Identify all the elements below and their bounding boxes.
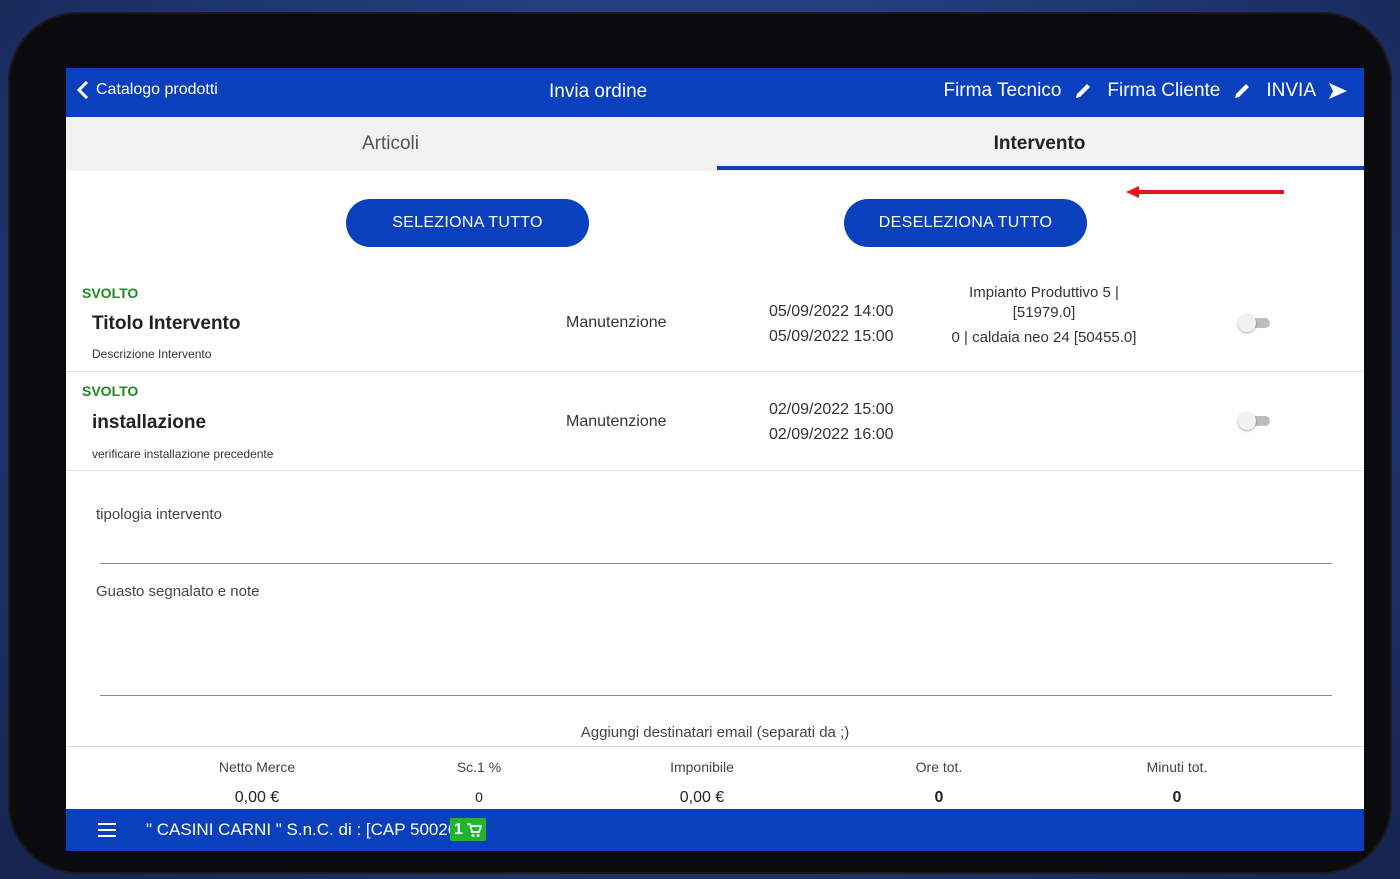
cart-icon [466, 822, 482, 837]
list-item[interactable]: SVOLTO installazione verificare installa… [66, 372, 1364, 471]
invia-button[interactable]: INVIA [1266, 80, 1348, 102]
status-badge: SVOLTO [82, 383, 139, 399]
ore-value: 0 [934, 789, 944, 806]
tipologia-underline [100, 563, 1332, 564]
intervention-dates: 05/09/2022 14:00 05/09/2022 15:00 [769, 299, 894, 349]
select-toggle[interactable] [1238, 412, 1272, 430]
end-date: 05/09/2022 15:00 [769, 328, 894, 345]
email-recipients-input[interactable]: Aggiungi destinatari email (separati da … [66, 724, 1364, 741]
firma-cliente-button[interactable]: Firma Cliente [1107, 80, 1252, 102]
chevron-left-icon [76, 81, 89, 99]
ore-label: Ore tot. [915, 759, 963, 775]
tab-articoli[interactable]: Articoli [66, 117, 715, 171]
guasto-textarea[interactable]: Guasto segnalato e note [96, 583, 259, 600]
top-bar: Catalogo prodotti Invia ordine Firma Tec… [66, 68, 1364, 117]
pencil-icon [1235, 84, 1250, 98]
start-date: 05/09/2022 14:00 [769, 303, 894, 320]
end-date: 02/09/2022 16:00 [769, 426, 894, 443]
send-icon [1329, 83, 1347, 99]
totals-bar: Netto Merce 0,00 € Sc.1 % 0 Imponibile 0… [66, 746, 1364, 810]
sconto-value: 0 [475, 789, 483, 805]
firma-tecnico-label: Firma Tecnico [943, 80, 1062, 101]
intervention-type: Manutenzione [566, 413, 667, 430]
netto-merce-value: 0,00 € [234, 789, 280, 806]
app-screen: Catalogo prodotti Invia ordine Firma Tec… [66, 68, 1364, 851]
intervention-title: Titolo Intervento [92, 313, 241, 334]
start-date: 02/09/2022 15:00 [769, 401, 894, 418]
tipologia-input[interactable]: tipologia intervento [96, 506, 222, 523]
top-actions: Firma Tecnico Firma Cliente INVIA [943, 80, 1348, 102]
back-button[interactable]: Catalogo prodotti [76, 81, 218, 99]
guasto-underline [100, 695, 1332, 696]
tablet-frame: Catalogo prodotti Invia ordine Firma Tec… [8, 12, 1392, 874]
client-name: " CASINI CARNI " S.n.C. di : [CAP 50026] [146, 820, 462, 839]
back-label: Catalogo prodotti [96, 81, 218, 98]
select-all-button[interactable]: SELEZIONA TUTTO [346, 199, 589, 247]
intervention-dates: 02/09/2022 15:00 02/09/2022 16:00 [769, 397, 894, 447]
impianto-line: Impianto Produttivo 5 | [969, 284, 1119, 301]
imponibile-value: 0,00 € [679, 789, 725, 806]
menu-icon[interactable] [98, 822, 116, 838]
impianto-info: Impianto Produttivo 5 | [51979.0] 0 | ca… [926, 283, 1162, 348]
toggle-knob [1238, 314, 1256, 332]
sconto-label: Sc.1 % [456, 759, 502, 775]
firma-tecnico-button[interactable]: Firma Tecnico [943, 80, 1093, 102]
tab-bar: Articoli Intervento [66, 117, 1364, 198]
pencil-icon [1076, 84, 1091, 98]
firma-cliente-label: Firma Cliente [1107, 80, 1221, 101]
status-badge: SVOLTO [82, 285, 139, 301]
minuti-value: 0 [1172, 789, 1182, 806]
deselect-all-button[interactable]: DESELEZIONA TUTTO [844, 199, 1087, 247]
bottom-bar: " CASINI CARNI " S.n.C. di : [CAP 50026]… [66, 809, 1364, 851]
page-title: Invia ordine [549, 81, 648, 102]
intervention-description: Descrizione Intervento [92, 347, 212, 361]
intervention-description: verificare installazione precedente [92, 447, 274, 461]
intervention-type: Manutenzione [566, 314, 667, 331]
imponibile-label: Imponibile [670, 759, 734, 775]
cart-button[interactable]: 1 [450, 818, 486, 841]
tab-intervento[interactable]: Intervento [715, 117, 1364, 171]
minuti-label: Minuti tot. [1146, 759, 1208, 775]
list-item[interactable]: SVOLTO Titolo Intervento Descrizione Int… [66, 276, 1364, 372]
impianto-code: [51979.0] [1012, 304, 1076, 321]
invia-label: INVIA [1266, 80, 1316, 101]
netto-merce-label: Netto Merce [218, 759, 296, 775]
select-toggle[interactable] [1238, 314, 1272, 332]
red-arrow-annotation-icon [1126, 186, 1284, 198]
intervention-title: installazione [92, 412, 207, 433]
toggle-knob [1238, 412, 1256, 430]
cart-count: 1 [454, 820, 463, 838]
active-tab-indicator [717, 166, 1364, 170]
impianto-device: 0 | caldaia neo 24 [50455.0] [951, 329, 1137, 346]
